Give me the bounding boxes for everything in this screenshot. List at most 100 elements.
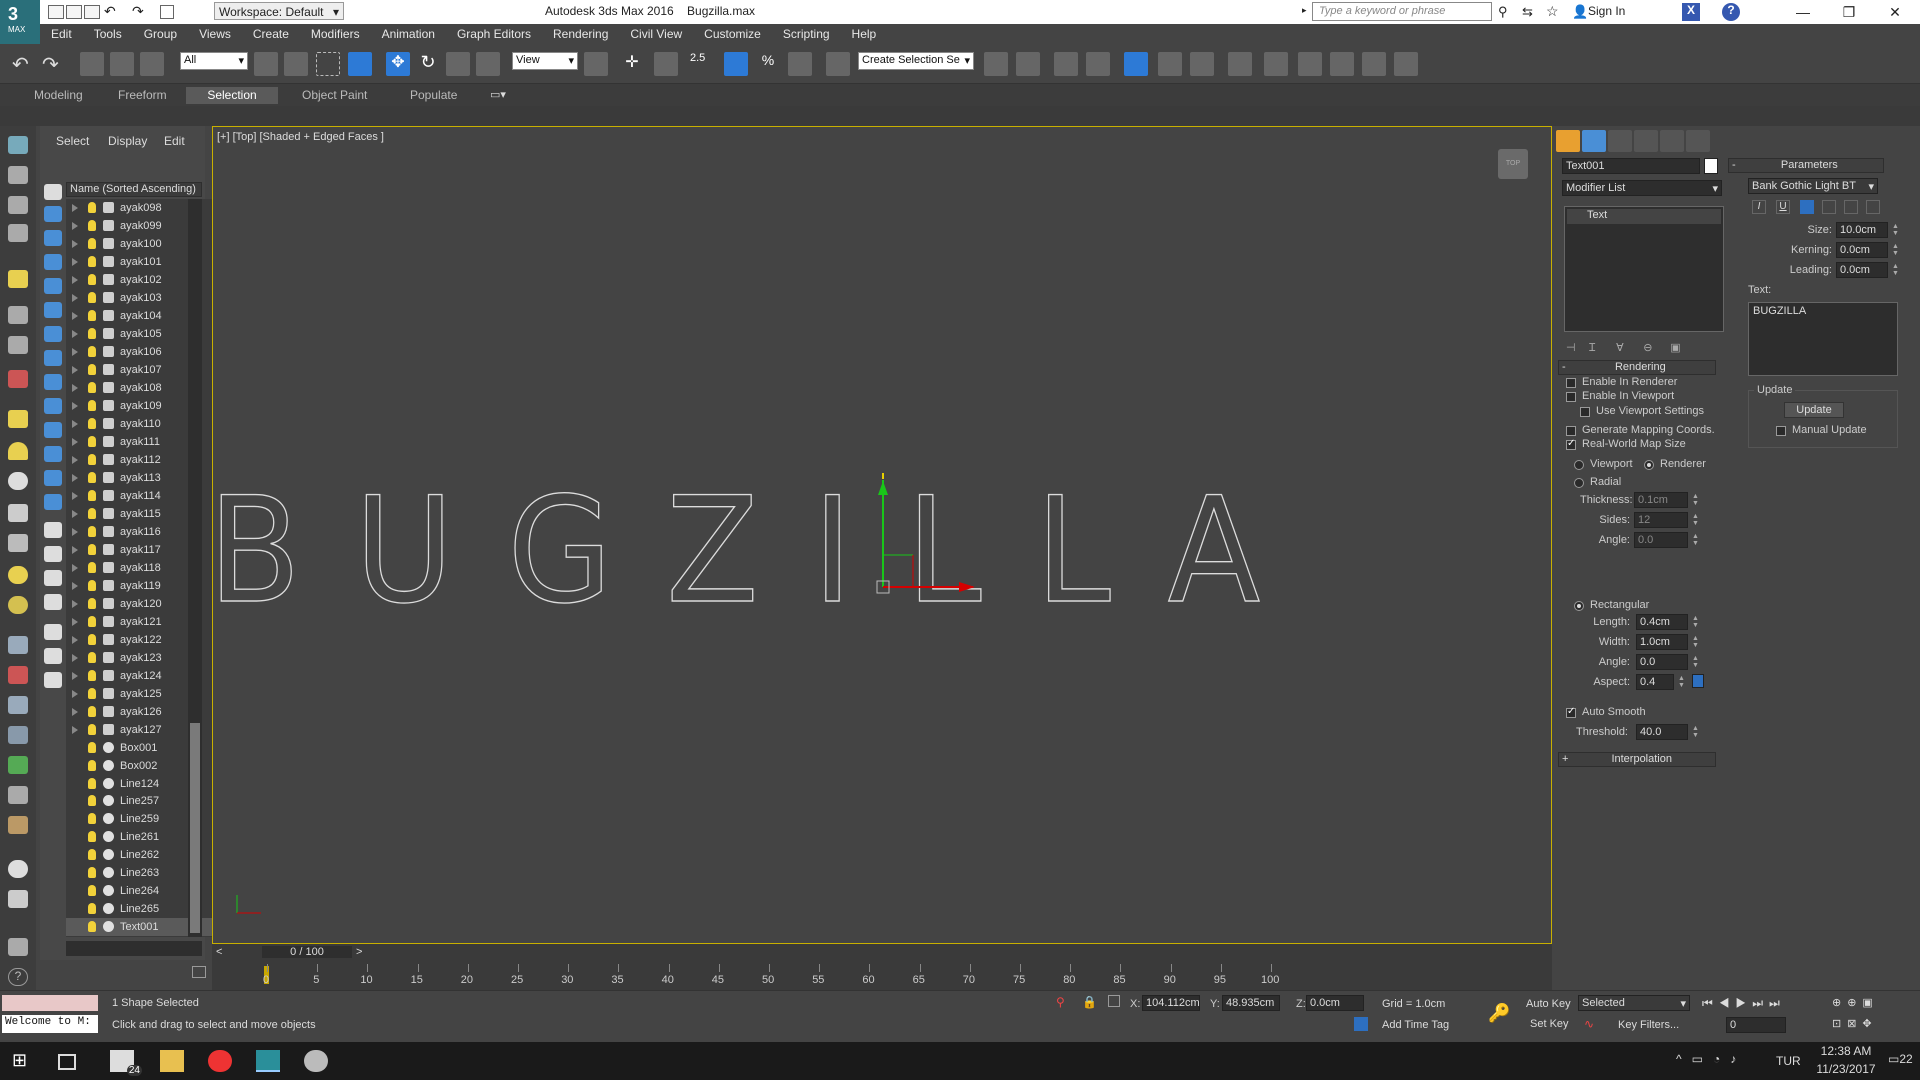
expand-arrow-icon[interactable] — [72, 257, 78, 266]
visibility-bulb-icon[interactable] — [88, 525, 96, 537]
menu-help[interactable]: Help — [841, 24, 888, 44]
modifier-list-dropdown[interactable]: Modifier List ▾ — [1562, 180, 1722, 196]
length-spinner[interactable]: ▲ ▼ — [1692, 615, 1700, 629]
list-item[interactable]: Text001 — [66, 918, 226, 937]
ribbon-options-icon[interactable]: ▭▾ — [490, 88, 506, 101]
remove-modifier-icon[interactable]: ⊖ — [1643, 341, 1667, 354]
selection-lock-icon[interactable]: 🔒 — [1082, 995, 1097, 1009]
expand-arrow-icon[interactable] — [72, 311, 78, 320]
size-field[interactable]: 10.0cm — [1836, 222, 1888, 238]
select-manipulate-icon[interactable]: ✛ — [620, 52, 644, 76]
chrome-icon[interactable] — [208, 1050, 232, 1072]
expand-arrow-icon[interactable] — [72, 347, 78, 356]
expand-arrow-icon[interactable] — [72, 275, 78, 284]
expand-arrow-icon[interactable] — [72, 671, 78, 680]
modify-tab-icon[interactable] — [1582, 130, 1606, 152]
width-spinner[interactable]: ▲ ▼ — [1692, 635, 1700, 649]
exchange-icon[interactable]: X — [1682, 3, 1700, 21]
list-item[interactable]: ayak116 — [66, 523, 226, 541]
list-item[interactable]: Line259 — [66, 810, 226, 828]
aspect-spinner[interactable]: ▲ ▼ — [1678, 675, 1686, 689]
clock-date[interactable]: 11/23/2017 — [1808, 1062, 1884, 1076]
grid-icon[interactable] — [8, 890, 28, 908]
select-by-name-icon[interactable] — [284, 52, 308, 76]
radial-angle-spinner[interactable]: ▲ ▼ — [1692, 533, 1700, 547]
sphere-icon[interactable] — [8, 472, 28, 490]
auto-key-button[interactable]: Auto Key — [1526, 998, 1571, 1010]
spinner-snap-icon[interactable] — [788, 52, 812, 76]
filter-invert-icon[interactable] — [44, 522, 62, 538]
isolate-selection-icon[interactable]: ⚲ — [1056, 995, 1065, 1009]
percent-snap-icon[interactable]: % — [756, 52, 780, 76]
list-item[interactable]: ayak100 — [66, 235, 226, 253]
notification-center-icon[interactable]: ▭22 — [1888, 1052, 1913, 1066]
list-item[interactable]: ayak113 — [66, 469, 226, 487]
list-item[interactable]: Box001 — [66, 739, 226, 757]
visibility-bulb-icon[interactable] — [88, 687, 96, 699]
current-frame-field[interactable]: 0 — [1726, 1017, 1786, 1033]
interpolation-rollout-header[interactable]: + Interpolation — [1558, 752, 1716, 767]
layer-explorer-icon[interactable] — [1054, 52, 1078, 76]
visibility-bulb-icon[interactable] — [88, 813, 96, 825]
justify-button[interactable] — [1866, 200, 1880, 214]
visibility-bulb-icon[interactable] — [88, 849, 96, 861]
window-crossing-icon[interactable] — [348, 52, 372, 76]
align-right-button[interactable] — [1844, 200, 1858, 214]
render-online-icon[interactable] — [1394, 52, 1418, 76]
explorer-tab-select[interactable]: Select — [56, 134, 89, 148]
subscription-icon[interactable]: ⇆ — [1522, 4, 1533, 20]
visibility-bulb-icon[interactable] — [88, 273, 96, 285]
object-color-swatch[interactable] — [1704, 158, 1718, 174]
visibility-bulb-icon[interactable] — [88, 885, 96, 897]
display-tab-icon[interactable] — [1660, 130, 1684, 152]
visibility-bulb-icon[interactable] — [88, 399, 96, 411]
visibility-bulb-icon[interactable] — [88, 633, 96, 645]
hierarchy-tab-icon[interactable] — [1608, 130, 1632, 152]
visibility-bulb-icon[interactable] — [88, 705, 96, 717]
expand-arrow-icon[interactable] — [72, 689, 78, 698]
visibility-bulb-icon[interactable] — [88, 471, 96, 483]
sound-icon[interactable] — [8, 336, 28, 354]
filter-containers-icon[interactable] — [44, 398, 62, 414]
visibility-bulb-icon[interactable] — [88, 669, 96, 681]
list-item[interactable]: ayak123 — [66, 649, 226, 667]
viewport-nav-icons[interactable]: ⊕⊕▣ — [1832, 996, 1912, 1010]
y-coord-field[interactable]: 48.935cm — [1222, 995, 1280, 1011]
renderer-radio[interactable] — [1644, 460, 1654, 470]
italic-button[interactable]: I — [1752, 200, 1766, 214]
box-icon[interactable] — [8, 410, 28, 428]
binoculars-icon[interactable]: ⚲ — [1498, 4, 1508, 20]
dome-icon[interactable] — [8, 442, 28, 460]
expand-arrow-icon[interactable] — [72, 401, 78, 410]
list-item[interactable]: ayak109 — [66, 397, 226, 415]
radial-angle-field[interactable]: 0.0 — [1634, 532, 1688, 548]
expand-arrow-icon[interactable] — [72, 635, 78, 644]
display-children-icon[interactable] — [44, 546, 62, 562]
select-object-icon[interactable] — [254, 52, 278, 76]
clock-time[interactable]: 12:38 AM — [1808, 1044, 1884, 1058]
filter-xrefs-icon[interactable] — [44, 350, 62, 366]
leading-spinner[interactable]: ▲ ▼ — [1892, 263, 1900, 277]
move-icon[interactable]: ✥ — [386, 52, 410, 76]
menu-modifiers[interactable]: Modifiers — [300, 24, 371, 44]
track-bar[interactable]: 0 5 10 15 20 25 30 35 40 45 50 55 60 65 70 75 80 85 90 95 10… — [192, 962, 1552, 990]
filter-helpers-icon[interactable] — [44, 278, 62, 294]
expand-arrow-icon[interactable] — [72, 581, 78, 590]
help-icon[interactable]: ? — [1722, 3, 1740, 21]
set-key-icon[interactable]: 🔑 — [1488, 1003, 1510, 1024]
visibility-bulb-icon[interactable] — [88, 381, 96, 393]
list-item[interactable]: ayak122 — [66, 631, 226, 649]
next-frame-icon[interactable]: > — [356, 946, 362, 958]
expand-arrow-icon[interactable] — [72, 563, 78, 572]
visibility-bulb-icon[interactable] — [88, 453, 96, 465]
menu-animation[interactable]: Animation — [371, 24, 446, 44]
filter-frozen-icon[interactable] — [44, 422, 62, 438]
time-tag-icon[interactable] — [1354, 1017, 1368, 1031]
rectangular-radio[interactable] — [1574, 601, 1584, 611]
list-item[interactable]: ayak121 — [66, 613, 226, 631]
list-item[interactable]: Line264 — [66, 882, 226, 900]
tab-modeling[interactable]: Modeling — [24, 87, 93, 104]
list-item[interactable]: ayak110 — [66, 415, 226, 433]
add-time-tag[interactable]: Add Time Tag — [1382, 1019, 1449, 1031]
list-item[interactable]: ayak101 — [66, 253, 226, 271]
